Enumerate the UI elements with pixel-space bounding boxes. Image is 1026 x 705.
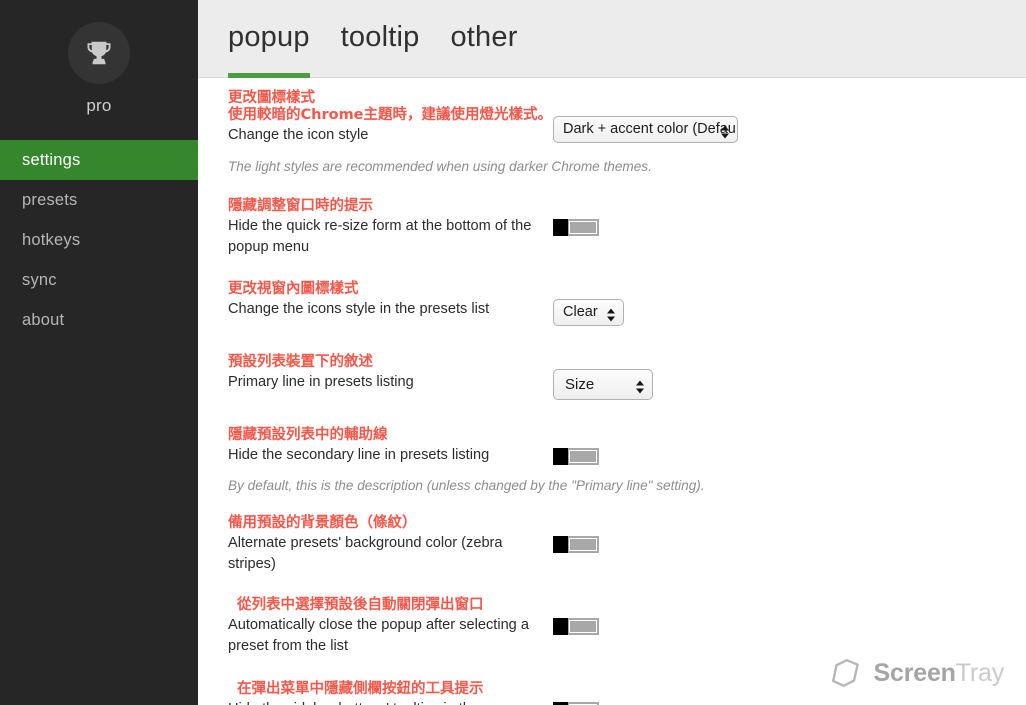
sidebar-item-label: presets [22,190,78,209]
icon-style-select-wrap: Dark + accent color (Defau [553,116,738,148]
presets-icon-style-select-wrap: Clear [553,299,624,331]
setting-texts: 從列表中選擇預設後自動關閉彈出窗口 Automatically close th… [228,597,553,657]
setting-row: 隱藏調整窗口時的提示 Hide the quick re-size form a… [228,176,1026,258]
setting-row: 更改圖標樣式 使用較暗的Chrome主題時，建議使用燈光樣式。 Change t… [228,86,1026,148]
setting-control: Dark + accent color (Defau [553,90,738,148]
setting-title-zh: 在彈出菜單中隱藏側欄按鈕的工具提示 [237,681,484,697]
icon-style-select[interactable]: Dark + accent color (Defau [553,116,738,143]
setting-title-en: Automatically close the popup after sele… [228,617,529,654]
setting-title-en: Change the icons style in the presets li… [228,301,490,317]
primary-line-select[interactable]: Size [553,369,653,400]
setting-texts: 預設列表裝置下的敘述 Primary line in presets listi… [228,354,553,393]
sidebar-item-about[interactable]: about [0,300,198,340]
avatar-block: pro [0,0,198,140]
toggle-track [569,450,597,463]
sidebar-item-sync[interactable]: sync [0,260,198,300]
setting-row: 隱藏預設列表中的輔助線 Hide the secondary line in p… [228,405,1026,466]
app-root: pro settings presets hotkeys sync about … [0,0,1026,705]
setting-title-zh: 預設列表裝置下的敘述 [228,354,373,370]
setting-title-zh: 從列表中選擇預設後自動關閉彈出窗口 [237,597,484,613]
tab-tooltip[interactable]: tooltip [341,21,420,56]
setting-title-en: Hide the sidebar buttons' tooltips in th… [228,699,553,705]
tab-other[interactable]: other [450,21,517,56]
sidebar-item-label: settings [22,150,81,169]
setting-row: 從列表中選擇預設後自動關閉彈出窗口 Automatically close th… [228,575,1026,657]
tab-popup[interactable]: popup [228,21,310,78]
auto-close-popup-toggle[interactable] [553,618,599,635]
setting-row: 預設列表裝置下的敘述 Primary line in presets listi… [228,331,1026,405]
setting-control: Clear [553,281,624,331]
setting-texts: 隱藏預設列表中的輔助線 Hide the secondary line in p… [228,427,553,466]
sidebar-item-settings[interactable]: settings [0,140,198,180]
hide-resize-form-toggle[interactable] [553,219,599,236]
setting-title-zh: 隱藏調整窗口時的提示 [228,198,373,214]
setting-control [553,681,599,705]
sidebar-item-label: hotkeys [22,230,81,249]
setting-row: 在彈出菜單中隱藏側欄按鈕的工具提示 Hide the sidebar butto… [228,657,1026,705]
hide-secondary-line-toggle[interactable] [553,448,599,465]
setting-texts: 在彈出菜單中隱藏側欄按鈕的工具提示 Hide the sidebar butto… [228,681,553,705]
toggle-knob [553,536,568,553]
setting-texts: 更改圖標樣式 使用較暗的Chrome主題時，建議使用燈光樣式。 Change t… [228,90,553,146]
setting-control [553,427,599,465]
tab-bar: popup tooltip other [198,0,1026,78]
setting-texts: 備用預設的背景顏色（條紋） Alternate presets' backgro… [228,515,553,575]
settings-list: 更改圖標樣式 使用較暗的Chrome主題時，建議使用燈光樣式。 Change t… [198,78,1026,705]
tab-label: popup [228,21,310,53]
toggle-track [569,538,597,551]
setting-texts: 隱藏調整窗口時的提示 Hide the quick re-size form a… [228,198,553,258]
sidebar-item-presets[interactable]: presets [0,180,198,220]
tab-label: tooltip [340,21,420,53]
toggle-track [569,620,597,633]
sidebar-item-hotkeys[interactable]: hotkeys [0,220,198,260]
sidebar-nav: settings presets hotkeys sync about [0,140,198,340]
sidebar-item-label: about [22,310,65,329]
setting-title-en: Change the icon style [228,127,369,143]
avatar [68,22,130,84]
primary-line-select-wrap: Size [553,369,653,405]
toggle-knob [553,219,568,236]
tab-label: other [450,21,518,53]
presets-icon-style-select[interactable]: Clear [553,299,624,326]
zebra-stripes-toggle[interactable] [553,536,599,553]
setting-control [553,515,599,553]
setting-control [553,597,599,635]
setting-texts: 更改視窗內圖標樣式 Change the icons style in the … [228,281,553,320]
setting-control: Size [553,354,653,405]
setting-title-zh: 更改圖標樣式 [228,90,315,106]
toggle-track [569,221,597,234]
setting-control [553,198,599,236]
setting-title-en: Alternate presets' background color (zeb… [228,535,503,572]
setting-subtitle-zh: 使用較暗的Chrome主題時，建議使用燈光樣式。 [228,107,553,123]
toggle-knob [553,448,568,465]
main-panel: popup tooltip other 更改圖標樣式 使用較暗的Chrome主題… [198,0,1026,705]
setting-row: 更改視窗內圖標樣式 Change the icons style in the … [228,258,1026,331]
setting-title-en: Hide the secondary line in presets listi… [228,447,490,463]
setting-title-en: Primary line in presets listing [228,374,414,390]
setting-row: 備用預設的背景顏色（條紋） Alternate presets' backgro… [228,495,1026,575]
toggle-knob [553,618,568,635]
sidebar-item-label: sync [22,270,57,289]
avatar-label: pro [86,96,112,115]
setting-hint: The light styles are recommended when us… [228,159,652,174]
setting-title-en: Hide the quick re-size form at the botto… [228,218,532,255]
setting-title-zh: 隱藏預設列表中的輔助線 [228,427,388,443]
setting-title-zh: 更改視窗內圖標樣式 [228,281,359,297]
sidebar: pro settings presets hotkeys sync about [0,0,198,705]
trophy-icon [87,41,111,65]
setting-hint: By default, this is the description (unl… [228,478,705,493]
setting-title-zh: 備用預設的背景顏色（條紋） [228,515,417,531]
